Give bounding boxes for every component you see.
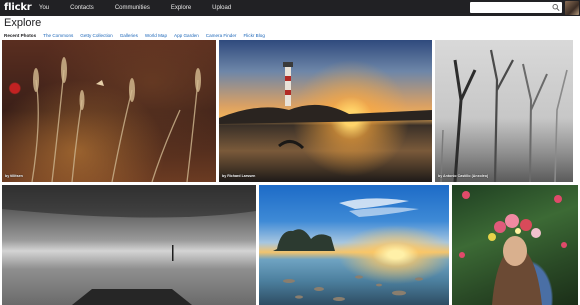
photo-wheat-butterfly[interactable]: by tillitsen (2, 40, 216, 182)
lighthouse-graphic (219, 62, 432, 150)
photo-rocky-beach-sunrise[interactable] (259, 185, 449, 305)
flower-crown-graphic (459, 191, 567, 305)
top-navigation-bar: flickr You Contacts Communities Explore … (0, 0, 580, 16)
photo-credit[interactable]: by Antonio Castillo (Anxoleo) (438, 174, 488, 178)
photo-long-exposure-pier[interactable] (2, 185, 256, 305)
subnav-the-commons[interactable]: The Commons (43, 33, 73, 38)
nav-explore[interactable]: Explore (164, 0, 191, 16)
coast-graphic (273, 198, 423, 301)
subnav-getty-collection[interactable]: Getty Collection (80, 33, 112, 38)
photo-lighthouse-sunset[interactable]: by Richard Larssen (219, 40, 432, 182)
nav-upload[interactable]: Upload (205, 0, 231, 16)
page-title: Explore (4, 17, 42, 29)
bare-trees-graphic (440, 49, 568, 182)
nav-you[interactable]: You (32, 0, 49, 16)
nav-communities[interactable]: Communities (108, 0, 150, 16)
explore-subnav: Recent Photos The Commons Getty Collecti… (4, 31, 272, 39)
search-input[interactable] (470, 2, 562, 13)
photo-credit[interactable]: by Richard Larssen (222, 174, 255, 178)
subnav-galleries[interactable]: Galleries (120, 33, 138, 38)
main-nav: You Contacts Communities Explore Upload (32, 0, 245, 16)
subnav-flickr-blog[interactable]: Flickr Blog (243, 33, 264, 38)
flickr-logo[interactable]: flickr (4, 2, 32, 13)
pier-graphic (2, 185, 256, 305)
subnav-world-map[interactable]: World Map (145, 33, 167, 38)
photo-flower-crown-portrait[interactable] (452, 185, 578, 305)
wheat-stalks-graphic (31, 57, 201, 182)
subnav-app-garden[interactable]: App Garden (174, 33, 199, 38)
nav-contacts[interactable]: Contacts (63, 0, 94, 16)
user-avatar[interactable] (565, 1, 579, 15)
photo-credit[interactable]: by tillitsen (5, 174, 23, 178)
subnav-camera-finder[interactable]: Camera Finder (206, 33, 237, 38)
subnav-recent-photos[interactable]: Recent Photos (4, 33, 36, 38)
search-icon[interactable] (552, 3, 560, 12)
photo-foggy-forest[interactable]: by Antonio Castillo (Anxoleo) (435, 40, 573, 182)
